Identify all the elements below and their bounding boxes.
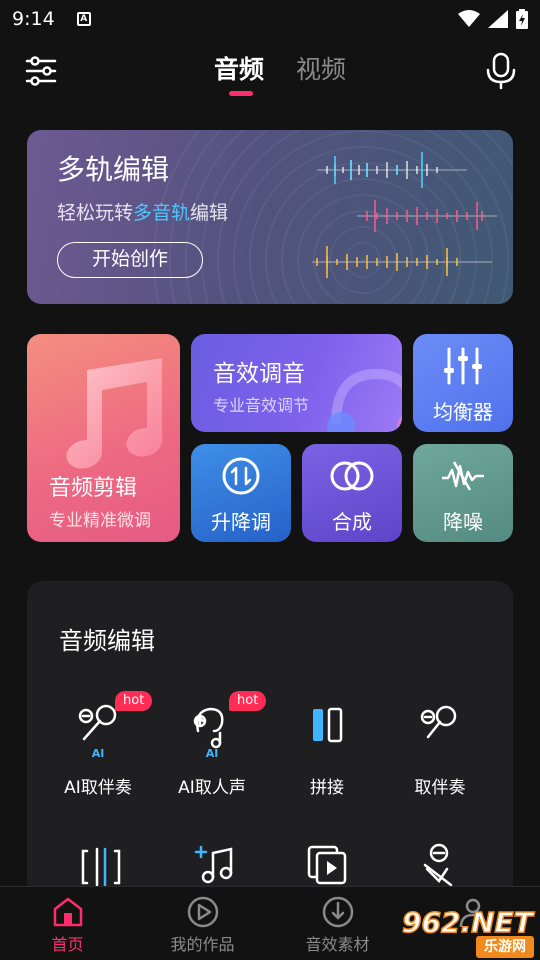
tab-audio[interactable]: 音频 [214,50,264,86]
banner-subtitle: 轻松玩转多音轨编辑 [57,198,228,225]
nav-home[interactable]: 首页 [0,887,135,960]
accompaniment-tool[interactable]: 取伴奏 [385,701,495,811]
pitch-label: 升降调 [211,510,271,534]
headphones-illustration [327,368,402,432]
multitrack-banner[interactable]: 多轨编辑 轻松玩转多音轨编辑 开始创作 [27,130,513,304]
banner-subtitle-post: 编辑 [190,202,229,224]
hot-badge: hot [229,691,267,711]
denoise-wave-icon [442,461,484,491]
audio-cut-title: 音频剪辑 [49,476,138,501]
video-extract-icon[interactable] [305,843,349,887]
status-time: 9:14 [12,8,55,30]
equalizer-label: 均衡器 [433,400,493,424]
section-title: 音频编辑 [59,627,155,655]
pitch-updown-icon [222,457,260,495]
mix-label: 合成 [332,510,372,534]
settings-sliders-icon[interactable] [24,54,58,88]
merge-circles-icon [330,461,374,491]
status-bar: 9:14 A [0,0,540,38]
header: 音频 视频 [0,38,540,108]
watermark-number: 962.NET [401,905,533,940]
sound-fx-card[interactable]: 音效调音 专业音效调节 [191,334,402,432]
nav-my-works-label: 我的作品 [170,935,235,954]
banner-title: 多轨编辑 [57,153,170,186]
tool-label: AI取人声 [178,778,246,798]
nav-sound-materials-label: 音效素材 [305,935,370,954]
mix-card[interactable]: 合成 [302,444,402,542]
ai-tag: AI [91,747,105,760]
equalizer-icon [444,347,482,385]
denoise-card[interactable]: 降噪 [413,444,513,542]
audio-cut-card[interactable]: 音频剪辑 专业精准微调 [27,334,180,542]
splice-icon [313,707,343,743]
watermark-text: 乐游网 [476,936,534,958]
watermark-logo: 962.NET 乐游网 [400,905,536,960]
sound-fx-subtitle: 专业音效调节 [213,396,310,415]
music-note-icon [66,358,163,469]
nav-home-label: 首页 [51,935,84,954]
notification-icon: A [76,12,91,26]
music-download-icon [322,896,353,928]
hot-badge: hot [115,691,153,711]
start-create-button[interactable]: 开始创作 [57,242,203,278]
play-circle-icon [187,896,218,928]
sound-fx-title: 音效调音 [213,361,305,387]
splice-tool[interactable]: 拼接 [272,701,382,811]
home-icon [53,897,82,927]
mute-vocal-icon[interactable] [417,843,461,887]
denoise-label: 降噪 [443,510,483,534]
battery-icon [516,9,528,29]
tool-label: 取伴奏 [414,778,466,798]
audio-cut-subtitle: 专业精准微调 [49,511,151,531]
ai-accompaniment-tool[interactable]: AI hot AI取伴奏 [43,691,153,811]
cut-bracket-icon[interactable] [79,845,123,889]
tool-label: 拼接 [310,778,344,798]
nav-my-works[interactable]: 我的作品 [135,887,270,960]
equalizer-card[interactable]: 均衡器 [413,334,513,432]
wifi-icon [458,10,480,27]
waveform-tracks-illustration [312,152,497,278]
banner-subtitle-pre: 轻松玩转 [57,202,134,224]
tab-indicator [229,91,253,96]
mic-icon [420,705,457,739]
ai-vocals-tool[interactable]: AI hot AI取人声 [157,691,267,811]
nav-sound-materials[interactable]: 音效素材 [270,887,405,960]
add-music-icon[interactable] [193,843,237,887]
tool-label: AI取伴奏 [64,778,132,798]
banner-subtitle-highlight: 多音轨 [133,202,191,224]
tab-video[interactable]: 视频 [296,50,346,86]
microphone-icon[interactable] [484,52,518,90]
pitch-card[interactable]: 升降调 [191,444,291,542]
ai-tag: AI [205,747,219,760]
signal-icon [488,10,508,28]
